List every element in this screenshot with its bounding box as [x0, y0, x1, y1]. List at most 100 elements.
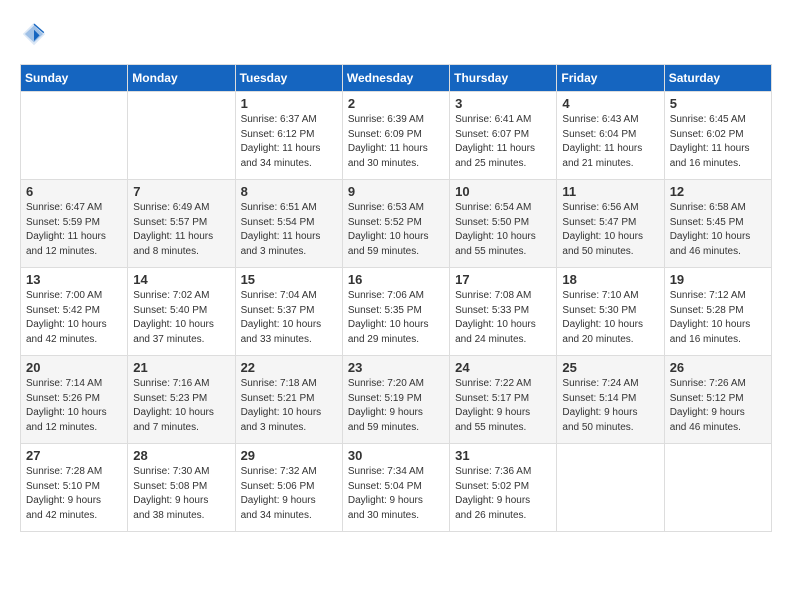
day-number: 9	[348, 184, 444, 199]
cell-content: Sunrise: 7:32 AM Sunset: 5:06 PM Dayligh…	[241, 465, 337, 523]
cell-content: Sunrise: 7:10 AM Sunset: 5:30 PM Dayligh…	[562, 289, 658, 347]
cell-content: Sunrise: 7:22 AM Sunset: 5:17 PM Dayligh…	[455, 377, 551, 435]
calendar-cell: 1 Sunrise: 6:37 AM Sunset: 6:12 PM Daylig…	[235, 92, 342, 180]
cell-content: Sunrise: 7:12 AM Sunset: 5:28 PM Dayligh…	[670, 289, 766, 347]
calendar-cell: 15 Sunrise: 7:04 AM Sunset: 5:37 PM Dayli…	[235, 268, 342, 356]
calendar-cell: 20Sunrise: 7:14 AM Sunset: 5:26 PM Dayli…	[21, 356, 128, 444]
cell-content: Sunrise: 7:14 AM Sunset: 5:26 PM Dayligh…	[26, 377, 122, 435]
cell-content: Sunrise: 7:36 AM Sunset: 5:02 PM Dayligh…	[455, 465, 551, 523]
day-number: 28	[133, 448, 229, 463]
day-number: 3	[455, 96, 551, 111]
cell-content: Sunrise: 6:37 AM Sunset: 6:12 PM Dayligh…	[241, 113, 337, 171]
calendar-cell: 4 Sunrise: 6:43 AM Sunset: 6:04 PM Daylig…	[557, 92, 664, 180]
day-number: 11	[562, 184, 658, 199]
calendar-cell: 5Sunrise: 6:45 AM Sunset: 6:02 PM Daylig…	[664, 92, 771, 180]
cell-content: Sunrise: 7:06 AM Sunset: 5:35 PM Dayligh…	[348, 289, 444, 347]
calendar-table: SundayMondayTuesdayWednesdayThursdayFrid…	[20, 64, 772, 532]
day-number: 29	[241, 448, 337, 463]
week-row-2: 6 Sunrise: 6:47 AM Sunset: 5:59 PM Daylig…	[21, 180, 772, 268]
cell-content: Sunrise: 7:00 AM Sunset: 5:42 PM Dayligh…	[26, 289, 122, 347]
calendar-cell: 10 Sunrise: 6:54 AM Sunset: 5:50 PM Dayli…	[450, 180, 557, 268]
day-number: 21	[133, 360, 229, 375]
day-number: 7	[133, 184, 229, 199]
header-day-tuesday: Tuesday	[235, 65, 342, 92]
week-row-5: 27 Sunrise: 7:28 AM Sunset: 5:10 PM Dayli…	[21, 444, 772, 532]
cell-content: Sunrise: 6:41 AM Sunset: 6:07 PM Dayligh…	[455, 113, 551, 171]
day-number: 19	[670, 272, 766, 287]
calendar-cell: 31 Sunrise: 7:36 AM Sunset: 5:02 PM Dayli…	[450, 444, 557, 532]
cell-content: Sunrise: 6:56 AM Sunset: 5:47 PM Dayligh…	[562, 201, 658, 259]
calendar-cell	[557, 444, 664, 532]
day-number: 13	[26, 272, 122, 287]
cell-content: Sunrise: 6:43 AM Sunset: 6:04 PM Dayligh…	[562, 113, 658, 171]
day-number: 4	[562, 96, 658, 111]
calendar-cell: 3 Sunrise: 6:41 AM Sunset: 6:07 PM Daylig…	[450, 92, 557, 180]
calendar-cell: 21 Sunrise: 7:16 AM Sunset: 5:23 PM Dayli…	[128, 356, 235, 444]
calendar-cell: 16Sunrise: 7:06 AM Sunset: 5:35 PM Dayli…	[342, 268, 449, 356]
cell-content: Sunrise: 6:54 AM Sunset: 5:50 PM Dayligh…	[455, 201, 551, 259]
day-number: 30	[348, 448, 444, 463]
cell-content: Sunrise: 7:24 AM Sunset: 5:14 PM Dayligh…	[562, 377, 658, 435]
cell-content: Sunrise: 6:53 AM Sunset: 5:52 PM Dayligh…	[348, 201, 444, 259]
week-row-1: 1 Sunrise: 6:37 AM Sunset: 6:12 PM Daylig…	[21, 92, 772, 180]
cell-content: Sunrise: 6:49 AM Sunset: 5:57 PM Dayligh…	[133, 201, 229, 259]
day-number: 31	[455, 448, 551, 463]
logo	[20, 20, 52, 48]
header-day-wednesday: Wednesday	[342, 65, 449, 92]
day-number: 2	[348, 96, 444, 111]
calendar-cell: 13 Sunrise: 7:00 AM Sunset: 5:42 PM Dayli…	[21, 268, 128, 356]
page-header	[20, 20, 772, 48]
day-number: 15	[241, 272, 337, 287]
day-number: 25	[562, 360, 658, 375]
cell-content: Sunrise: 7:16 AM Sunset: 5:23 PM Dayligh…	[133, 377, 229, 435]
calendar-cell: 29 Sunrise: 7:32 AM Sunset: 5:06 PM Dayli…	[235, 444, 342, 532]
cell-content: Sunrise: 7:26 AM Sunset: 5:12 PM Dayligh…	[670, 377, 766, 435]
week-row-4: 20Sunrise: 7:14 AM Sunset: 5:26 PM Dayli…	[21, 356, 772, 444]
calendar-cell: 26 Sunrise: 7:26 AM Sunset: 5:12 PM Dayli…	[664, 356, 771, 444]
cell-content: Sunrise: 7:08 AM Sunset: 5:33 PM Dayligh…	[455, 289, 551, 347]
calendar-cell	[664, 444, 771, 532]
cell-content: Sunrise: 7:02 AM Sunset: 5:40 PM Dayligh…	[133, 289, 229, 347]
calendar-cell: 30 Sunrise: 7:34 AM Sunset: 5:04 PM Dayli…	[342, 444, 449, 532]
cell-content: Sunrise: 7:18 AM Sunset: 5:21 PM Dayligh…	[241, 377, 337, 435]
header-row: SundayMondayTuesdayWednesdayThursdayFrid…	[21, 65, 772, 92]
day-number: 8	[241, 184, 337, 199]
calendar-cell: 23Sunrise: 7:20 AM Sunset: 5:19 PM Dayli…	[342, 356, 449, 444]
calendar-cell: 27 Sunrise: 7:28 AM Sunset: 5:10 PM Dayli…	[21, 444, 128, 532]
header-day-sunday: Sunday	[21, 65, 128, 92]
calendar-cell: 7 Sunrise: 6:49 AM Sunset: 5:57 PM Daylig…	[128, 180, 235, 268]
calendar-cell: 22 Sunrise: 7:18 AM Sunset: 5:21 PM Dayli…	[235, 356, 342, 444]
day-number: 1	[241, 96, 337, 111]
cell-content: Sunrise: 6:47 AM Sunset: 5:59 PM Dayligh…	[26, 201, 122, 259]
calendar-cell: 2Sunrise: 6:39 AM Sunset: 6:09 PM Daylig…	[342, 92, 449, 180]
header-day-monday: Monday	[128, 65, 235, 92]
calendar-cell	[128, 92, 235, 180]
calendar-cell: 17Sunrise: 7:08 AM Sunset: 5:33 PM Dayli…	[450, 268, 557, 356]
day-number: 22	[241, 360, 337, 375]
cell-content: Sunrise: 6:51 AM Sunset: 5:54 PM Dayligh…	[241, 201, 337, 259]
calendar-cell: 6 Sunrise: 6:47 AM Sunset: 5:59 PM Daylig…	[21, 180, 128, 268]
week-row-3: 13 Sunrise: 7:00 AM Sunset: 5:42 PM Dayli…	[21, 268, 772, 356]
calendar-cell: 28 Sunrise: 7:30 AM Sunset: 5:08 PM Dayli…	[128, 444, 235, 532]
calendar-cell: 9 Sunrise: 6:53 AM Sunset: 5:52 PM Daylig…	[342, 180, 449, 268]
logo-icon	[20, 20, 48, 48]
day-number: 12	[670, 184, 766, 199]
cell-content: Sunrise: 7:20 AM Sunset: 5:19 PM Dayligh…	[348, 377, 444, 435]
calendar-cell: 19 Sunrise: 7:12 AM Sunset: 5:28 PM Dayli…	[664, 268, 771, 356]
day-number: 6	[26, 184, 122, 199]
calendar-cell: 8 Sunrise: 6:51 AM Sunset: 5:54 PM Daylig…	[235, 180, 342, 268]
day-number: 5	[670, 96, 766, 111]
cell-content: Sunrise: 7:34 AM Sunset: 5:04 PM Dayligh…	[348, 465, 444, 523]
day-number: 26	[670, 360, 766, 375]
cell-content: Sunrise: 7:04 AM Sunset: 5:37 PM Dayligh…	[241, 289, 337, 347]
cell-content: Sunrise: 7:30 AM Sunset: 5:08 PM Dayligh…	[133, 465, 229, 523]
calendar-cell: 25 Sunrise: 7:24 AM Sunset: 5:14 PM Dayli…	[557, 356, 664, 444]
day-number: 14	[133, 272, 229, 287]
day-number: 18	[562, 272, 658, 287]
day-number: 10	[455, 184, 551, 199]
header-day-thursday: Thursday	[450, 65, 557, 92]
cell-content: Sunrise: 7:28 AM Sunset: 5:10 PM Dayligh…	[26, 465, 122, 523]
header-day-saturday: Saturday	[664, 65, 771, 92]
day-number: 27	[26, 448, 122, 463]
calendar-cell: 24Sunrise: 7:22 AM Sunset: 5:17 PM Dayli…	[450, 356, 557, 444]
